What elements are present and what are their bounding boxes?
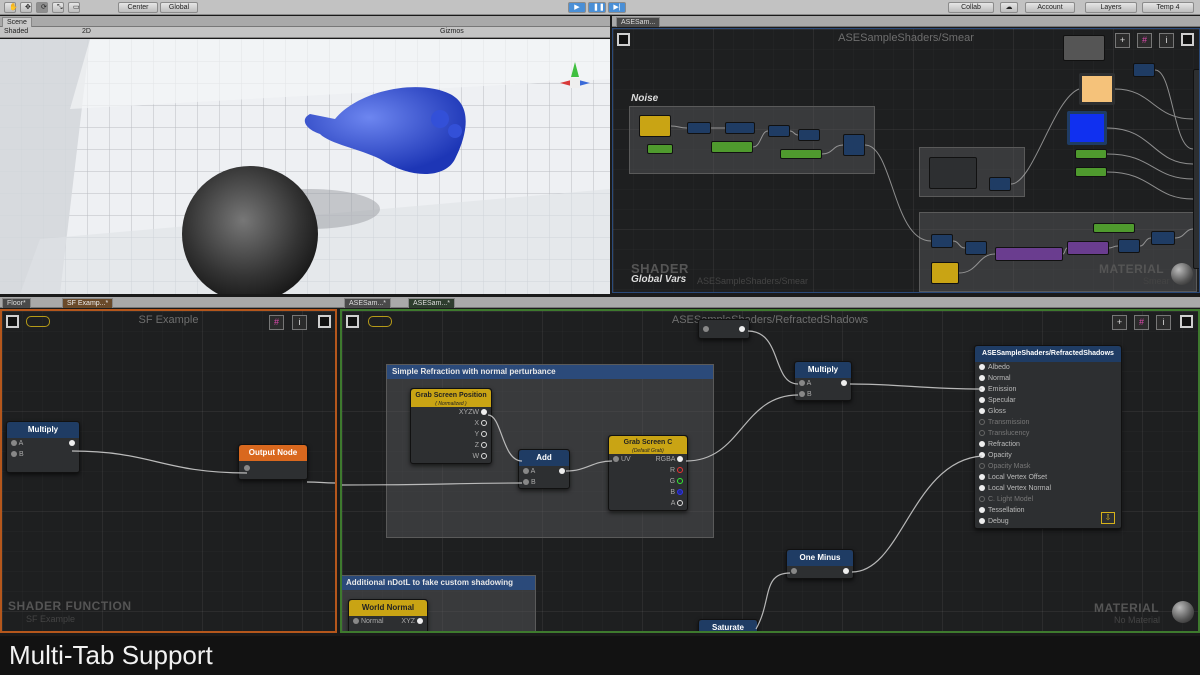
refract-graph-panel[interactable]: ASESampleShaders/RefractedShadows + # i … [340,309,1200,633]
sf-watermark: SHADER FUNCTION [8,599,132,613]
smear-watermark-sub: ASESampleShaders/Smear [697,276,809,286]
sf-wires [71,450,335,484]
caption: Multi-Tab Support [0,636,1200,675]
rotate-tool-icon[interactable]: ⟳ [36,2,48,13]
scene-tab-bar: Scene [0,16,610,27]
material-preview-sphere [1171,263,1193,285]
smear-material-watermark: MATERIAL [1099,262,1165,276]
tab-scene[interactable]: Scene [2,17,32,27]
tab-smear[interactable]: ASESam... [616,17,661,27]
pause-button[interactable]: ❚❚ [588,2,606,13]
scene-viewport[interactable] [0,39,610,294]
layers-dropdown[interactable]: Layers [1085,2,1137,13]
account-dropdown[interactable]: Account [1025,2,1075,13]
layout-dropdown[interactable]: Temp 4 [1142,2,1194,13]
smear-tab-bar: ASESam... [612,16,1200,27]
gizmos-dropdown[interactable]: Gizmos [440,28,464,35]
play-button[interactable]: ▶ [568,2,586,13]
unity-toolbar: ✋ ✥ ⟳ ⤡ ▭ Center Global ▶ ❚❚ ▶| Collab ☁… [0,0,1200,15]
collab-button[interactable]: Collab [948,2,994,13]
mode-2d-toggle[interactable]: 2D [82,28,91,35]
tab-floor[interactable]: Floor* [2,298,31,308]
group-global-vars-label: Global Vars [631,274,687,285]
refract-tab-bar: ASESam...* ASESam...* [340,297,1200,308]
rect-tool-icon[interactable]: ▭ [68,2,80,13]
refract-material-watermark: MATERIAL [1094,601,1160,615]
refract-wires [342,330,983,630]
pivot-global-button[interactable]: Global [160,2,198,13]
smear-graph-panel[interactable]: ASESampleShaders/Smear + # i Noise SHADE… [612,28,1200,293]
cloud-icon[interactable]: ☁ [1000,2,1018,13]
move-tool-icon[interactable]: ✥ [20,2,32,13]
smear-wires [670,69,1194,274]
sf-watermark-sub: SF Example [26,614,76,624]
scene-render [0,39,610,294]
sf-tab-bar: Floor* SF Examp...* [0,297,340,308]
tab-asesam-1[interactable]: ASESam...* [344,298,391,308]
sf-graph-panel[interactable]: SF Example # i Multiply A B Output Node … [0,309,337,633]
scene-toolbar: Shaded 2D Gizmos [0,27,610,38]
scale-tool-icon[interactable]: ⤡ [52,2,64,13]
smear-material-sub: Smear [1143,276,1170,286]
refract-material-sphere [1172,601,1194,623]
hand-tool-icon[interactable]: ✋ [4,2,18,13]
refract-material-sub: No Material [1114,615,1161,625]
pivot-center-button[interactable]: Center [118,2,158,13]
tab-sf-example[interactable]: SF Examp...* [62,298,114,308]
shading-dropdown[interactable]: Shaded [4,28,28,35]
tab-asesam-2[interactable]: ASESam...* [408,298,455,308]
step-button[interactable]: ▶| [608,2,626,13]
